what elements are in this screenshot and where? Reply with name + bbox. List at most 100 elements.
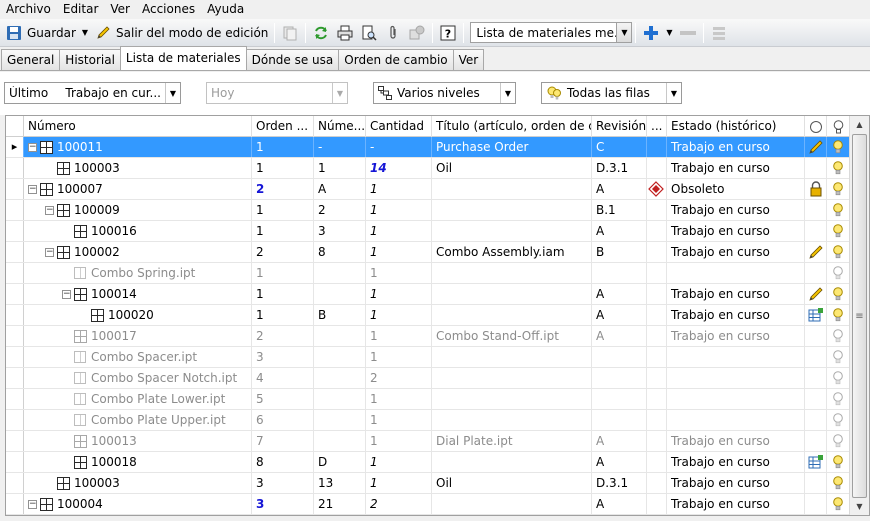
tab-historial[interactable]: Historial: [59, 49, 121, 70]
table-icon[interactable]: [808, 307, 824, 323]
row-header[interactable]: [6, 347, 24, 367]
table-row[interactable]: Combo Spacer.ipt 3 1: [6, 347, 849, 368]
column-status-icon[interactable]: [805, 116, 827, 137]
row-header[interactable]: [6, 494, 24, 514]
table-row[interactable]: − 100014 1 1 A Trabajo en curso: [6, 284, 849, 305]
column-extra[interactable]: ...: [647, 116, 667, 137]
exit-edit-mode-button[interactable]: Salir del modo de edición: [91, 22, 271, 44]
help-button[interactable]: ?: [436, 22, 460, 44]
row-header[interactable]: ▸: [6, 137, 24, 157]
tab-ver[interactable]: Ver: [452, 49, 485, 70]
column-revision[interactable]: Revisión: [592, 116, 647, 137]
pencil-icon[interactable]: [808, 244, 824, 260]
menu-ayuda[interactable]: Ayuda: [201, 0, 250, 19]
collapse-icon[interactable]: −: [28, 142, 37, 152]
table-row[interactable]: Combo Spring.ipt 1 1: [6, 263, 849, 284]
row-header[interactable]: [6, 305, 24, 325]
table-row[interactable]: Combo Spacer Notch.ipt 4 2: [6, 368, 849, 389]
pencil-icon[interactable]: [808, 286, 824, 302]
table-row[interactable]: − 100007 2 A 1 A Obsoleto: [6, 179, 849, 200]
column-estado[interactable]: Estado (histórico): [667, 116, 805, 137]
properties-button[interactable]: [405, 22, 429, 44]
table-row[interactable]: − 100004 3 21 2 A Trabajo en curso: [6, 494, 849, 515]
row-header[interactable]: [6, 200, 24, 220]
column-cantidad[interactable]: Cantidad: [366, 116, 432, 137]
collapse-icon[interactable]: −: [28, 184, 37, 194]
cell-flag: [805, 284, 827, 304]
row-header[interactable]: [6, 158, 24, 178]
pencil-icon[interactable]: [808, 139, 824, 155]
column-numero[interactable]: Número: [24, 116, 252, 137]
chevron-down-icon[interactable]: ▼: [666, 83, 681, 103]
cell-revision: A: [596, 308, 605, 322]
vertical-scrollbar[interactable]: ▲ ≡ ▼: [849, 116, 869, 515]
chevron-down-icon[interactable]: ▼: [616, 23, 632, 42]
reorder-button[interactable]: [707, 22, 731, 44]
row-header[interactable]: [6, 431, 24, 451]
cell-revision: A: [596, 329, 605, 343]
collapse-icon[interactable]: −: [45, 247, 54, 257]
print-preview-button[interactable]: [357, 22, 381, 44]
table-row[interactable]: ▸ − 100011 1 - - Purchase Order C Trabajo en cur…: [6, 137, 849, 158]
menu-acciones[interactable]: Acciones: [136, 0, 201, 19]
print-button[interactable]: [333, 22, 357, 44]
table-row[interactable]: Combo Plate Upper.ipt 6 1: [6, 410, 849, 431]
row-header[interactable]: [6, 326, 24, 346]
scroll-up-icon[interactable]: ▲: [850, 116, 869, 133]
tab-general[interactable]: General: [1, 49, 61, 70]
row-header[interactable]: [6, 242, 24, 262]
refresh-button[interactable]: [309, 22, 333, 44]
table-row[interactable]: 100016 1 3 1 A Trabajo en curso: [6, 221, 849, 242]
row-header[interactable]: [6, 389, 24, 409]
table-row[interactable]: − 100002 2 8 1 Combo Assembly.iam B Trabajo en …: [6, 242, 849, 263]
row-header[interactable]: [6, 221, 24, 241]
table-row[interactable]: Combo Plate Lower.ipt 5 1: [6, 389, 849, 410]
levels-select[interactable]: Varios niveles ▼: [373, 82, 516, 104]
scroll-thumb[interactable]: ≡: [852, 134, 867, 498]
menu-ver[interactable]: Ver: [104, 0, 136, 19]
table-row[interactable]: 100003 1 1 14 Oil D.3.1 Trabajo en curso: [6, 158, 849, 179]
save-button[interactable]: Guardar ▼: [2, 22, 91, 44]
collapse-icon[interactable]: −: [28, 499, 37, 509]
row-header[interactable]: [6, 452, 24, 472]
column-numero-item[interactable]: Núme...: [314, 116, 366, 137]
row-header[interactable]: [6, 263, 24, 283]
column-orden[interactable]: Orden ...: [252, 116, 314, 137]
menu-archivo[interactable]: Archivo: [0, 0, 57, 19]
remove-button[interactable]: [676, 22, 700, 44]
rows-select[interactable]: Todas las filas ▼: [541, 82, 682, 104]
chevron-down-icon[interactable]: ▼: [666, 28, 672, 37]
attach-button[interactable]: [381, 22, 405, 44]
row-header[interactable]: [6, 179, 24, 199]
tab-lista-de-materiales[interactable]: Lista de materiales: [119, 46, 247, 70]
date-select[interactable]: Hoy ▼: [206, 82, 348, 104]
row-header[interactable]: [6, 473, 24, 493]
add-button[interactable]: ▼: [639, 22, 675, 44]
menu-editar[interactable]: Editar: [57, 0, 105, 19]
lock-icon[interactable]: [808, 181, 824, 197]
row-header[interactable]: [6, 284, 24, 304]
table-row[interactable]: 100013 7 1 Dial Plate.ipt A Trabajo en curso: [6, 431, 849, 452]
collapse-icon[interactable]: −: [45, 205, 54, 215]
revision-select[interactable]: Último Trabajo en cur... ▼: [4, 82, 181, 104]
copy-button[interactable]: [278, 22, 302, 44]
table-row[interactable]: 100020 1 B 1 A Trabajo en curso: [6, 305, 849, 326]
column-lightbulb[interactable]: [827, 116, 849, 137]
chevron-down-icon[interactable]: ▼: [165, 83, 180, 103]
tab-donde-se-usa[interactable]: Dónde se usa: [245, 49, 340, 70]
column-titulo[interactable]: Título (artículo, orden de c...: [432, 116, 592, 137]
table-row[interactable]: 100017 2 1 Combo Stand-Off.ipt A Trabajo en c…: [6, 326, 849, 347]
scroll-down-icon[interactable]: ▼: [850, 498, 869, 515]
table-row[interactable]: 100018 8 D 1 A Trabajo en curso: [6, 452, 849, 473]
view-select[interactable]: Lista de materiales me... ▼: [470, 22, 633, 43]
row-header[interactable]: [6, 410, 24, 430]
table-row[interactable]: 100003 3 13 1 Oil D.3.1 Trabajo en curso: [6, 473, 849, 494]
table-icon[interactable]: [808, 454, 824, 470]
chevron-down-icon[interactable]: ▼: [500, 83, 515, 103]
chevron-down-icon[interactable]: ▼: [332, 83, 347, 103]
chevron-down-icon[interactable]: ▼: [82, 28, 88, 37]
table-row[interactable]: − 100009 1 2 1 B.1 Trabajo en curso: [6, 200, 849, 221]
tab-orden-de-cambio[interactable]: Orden de cambio: [338, 49, 454, 70]
collapse-icon[interactable]: −: [62, 289, 71, 299]
row-header[interactable]: [6, 368, 24, 388]
